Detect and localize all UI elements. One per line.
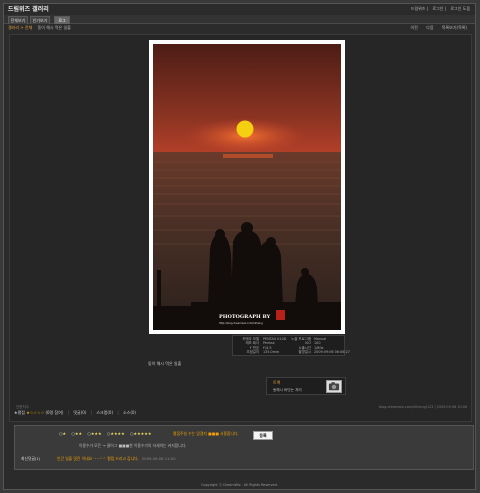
top-links: 드림위즈 | 로그인 | 로그인 도움 (410, 6, 470, 11)
star-option-5[interactable]: ○★★★★★ (130, 431, 151, 436)
trackback-text[interactable]: 동해시 바닷는 처리 (273, 388, 302, 392)
exif-keys: 카메라 모델 제조 회사 F 번호 초점길이 (242, 337, 259, 355)
star-option-2[interactable]: ○★★ (71, 431, 82, 436)
next-link[interactable]: 다음 (426, 25, 433, 30)
star-option-4[interactable]: ○★★★★ (107, 431, 125, 436)
post-meta: blog.dreamwiz.com/hiiheng/123 | 2009.09.… (378, 405, 467, 409)
sunrise-photo: PHOTOGRAPH BY http://blog.dreamwiz.com/h… (153, 44, 341, 330)
rating-label: ★평점 (14, 410, 25, 415)
watermark-url: http://blog.dreamwiz.com/hiiheng (219, 321, 263, 325)
star-option-3[interactable]: ○★★★ (87, 431, 101, 436)
share-link[interactable]: 소스(0) (123, 410, 136, 415)
scrap-link[interactable]: 스크랩(0) (96, 410, 113, 415)
rating-count: (0명 참여) (45, 410, 64, 415)
rating-hint: 평점주실 수는 있겠지 ■■■ 사용합니다. (173, 431, 239, 436)
trackback-label: 트랙 (273, 380, 281, 385)
watermark-text: PHOTOGRAPH BY (219, 314, 271, 320)
rating-stars: ★☆☆☆☆ (26, 410, 45, 415)
seal-stamp (276, 310, 285, 320)
exif-info: 카메라 모델 제조 회사 F 번호 초점길이 PENTAX K10D Penta… (232, 335, 350, 356)
exif-values: PENTAX K10D Pentax F/4.5 135.0mm (263, 337, 287, 355)
breadcrumb: 갤러리 > 전체 동이 해시 먹은 일출 (8, 25, 71, 31)
breadcrumb-home[interactable]: 갤러리 > 전체 (8, 25, 32, 30)
comments-link[interactable]: 댓글(0) (73, 410, 86, 415)
photo-description: 동이 해시 먹은 일출 (148, 361, 182, 366)
top-link-home[interactable]: 드림위즈 (411, 6, 426, 11)
top-link-login[interactable]: 로그인 (432, 6, 443, 11)
photo-frame[interactable]: PHOTOGRAPH BY http://blog.dreamwiz.com/h… (149, 40, 345, 334)
submit-rating-button[interactable]: 등록 (253, 431, 273, 440)
breadcrumb-current: 동이 해시 먹은 일출 (37, 25, 71, 30)
rating-note: 이용수가 모든 → 클어그 ■■■한 이용수가의 자세히는 커지합니다. (79, 443, 187, 448)
photo-nav: 이전 다음 목록보기(목록) (403, 25, 467, 31)
camera-thumbnail-icon[interactable] (326, 380, 342, 393)
trackback-box: 트랙 동해시 바닷는 처리 (266, 377, 346, 395)
photo-panel: PHOTOGRAPH BY http://blog.dreamwiz.com/h… (9, 34, 472, 422)
tab-popular[interactable]: 인기보기 (30, 16, 50, 24)
star-options: ○★ ○★★ ○★★★ ○★★★★ ○★★★★★ (59, 431, 155, 437)
latest-comment-label: 최신덧글(1) (21, 456, 41, 461)
action-bar: ★평점 ★☆☆☆☆ (0명 참여) | 댓글(0) | 스크랩(0) | 소스(… (14, 410, 136, 415)
footer-copyright: Copyright ⓒ DreamWiz . All Rights Reserv… (201, 483, 278, 487)
list-link[interactable]: 목록보기(목록) (442, 25, 467, 30)
star-option-1[interactable]: ○★ (59, 431, 66, 436)
app-title: 드림위즈 갤러리 (8, 6, 49, 13)
tab-log[interactable]: 로그 (54, 16, 70, 24)
top-link-help[interactable]: 로그인 도움 (450, 6, 470, 11)
latest-comment[interactable]: 인간 일출 멋진 이네요 ~~^^ 평점 드리고 갑니다. 2009.09.06 … (57, 456, 176, 462)
gallery-window: 드림위즈 갤러리 드림위즈 | 로그인 | 로그인 도움 전체보기 인기보기 로… (3, 3, 476, 490)
prev-link[interactable]: 이전 (410, 25, 417, 30)
exif-keys-2: 노출 프로그램 ISO 노출시간 촬영일시 (291, 337, 311, 355)
exif-values-2: Manual 100 1/80s 2009:09:06 06:06:27 (314, 337, 350, 355)
related-label: 관련자수 (16, 405, 30, 409)
tab-bar: 전체보기 인기보기 로그 (4, 15, 475, 24)
tab-all[interactable]: 전체보기 (8, 16, 28, 24)
sun (236, 120, 254, 138)
rating-form: ○★ ○★★ ○★★★ ○★★★★ ○★★★★★ 평점주실 수는 있겠지 ■■■… (14, 425, 474, 470)
